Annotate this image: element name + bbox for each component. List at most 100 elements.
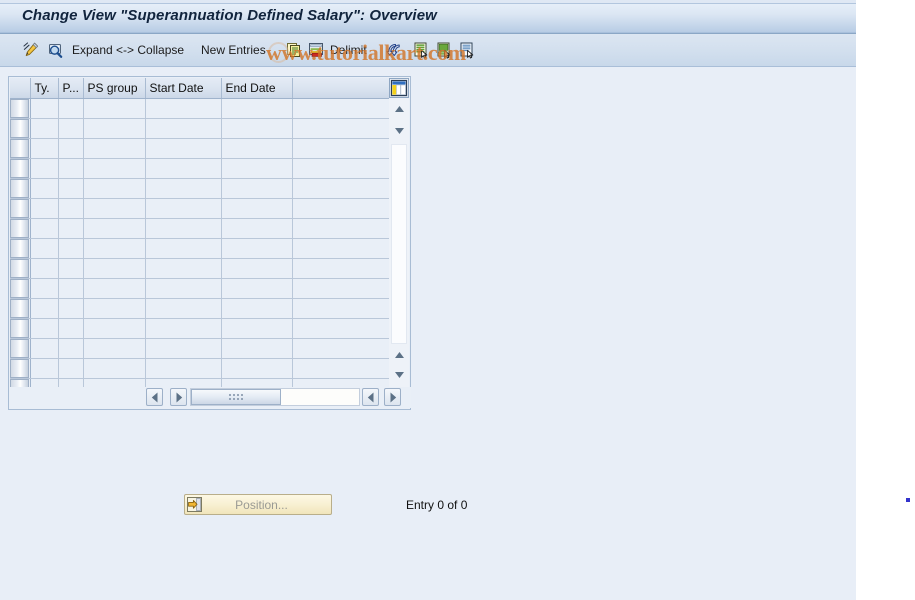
cell-start_date[interactable] (145, 98, 222, 119)
cell-end_date[interactable] (221, 338, 293, 359)
row-select-button[interactable] (10, 118, 29, 138)
expand-collapse-button[interactable]: Expand <-> Collapse (68, 38, 188, 62)
cell-start_date[interactable] (145, 358, 222, 379)
cell-p[interactable] (58, 218, 84, 239)
row-select-button[interactable] (10, 98, 29, 118)
cell-ps_group[interactable] (83, 338, 146, 359)
cell-p[interactable] (58, 238, 84, 259)
horizontal-scroll-track[interactable] (190, 388, 360, 406)
cell-type[interactable] (30, 298, 59, 319)
column-header-end-date[interactable]: End Date (221, 78, 293, 99)
select-all-corner[interactable] (10, 78, 31, 99)
cell-end_date[interactable] (221, 278, 293, 299)
row-select-button[interactable] (10, 318, 29, 338)
vertical-scrollbar[interactable] (389, 78, 409, 388)
scroll-up-button[interactable] (389, 100, 409, 120)
cell-end_date[interactable] (221, 138, 293, 159)
column-header-type[interactable]: Ty. (30, 78, 59, 99)
cell-type[interactable] (30, 138, 59, 159)
cell-ps_group[interactable] (83, 118, 146, 139)
table-row[interactable] (10, 138, 391, 159)
row-select-cell[interactable] (10, 258, 31, 279)
table-row[interactable] (10, 298, 391, 319)
cell-start_date[interactable] (145, 298, 222, 319)
row-select-button[interactable] (10, 218, 29, 238)
row-select-button[interactable] (10, 158, 29, 178)
scroll-left-button[interactable] (146, 388, 163, 406)
cell-ps_group[interactable] (83, 238, 146, 259)
table-row[interactable] (10, 158, 391, 179)
cell-p[interactable] (58, 198, 84, 219)
row-select-cell[interactable] (10, 178, 31, 199)
cell-p[interactable] (58, 138, 84, 159)
cell-ps_group[interactable] (83, 358, 146, 379)
cell-ps_group[interactable] (83, 318, 146, 339)
cell-ps_group[interactable] (83, 178, 146, 199)
scroll-right-button[interactable] (170, 388, 187, 406)
row-select-cell[interactable] (10, 118, 31, 139)
cell-end_date[interactable] (221, 98, 293, 119)
cell-p[interactable] (58, 98, 84, 119)
horizontal-scrollbar[interactable] (10, 387, 411, 408)
scroll-down-button[interactable] (389, 122, 409, 142)
cell-end_date[interactable] (221, 318, 293, 339)
cell-type[interactable] (30, 218, 59, 239)
cell-type[interactable] (30, 358, 59, 379)
scroll-page-down-button[interactable] (389, 366, 409, 386)
table-row[interactable] (10, 118, 391, 139)
cell-p[interactable] (58, 358, 84, 379)
cell-start_date[interactable] (145, 318, 222, 339)
horizontal-scroll-thumb[interactable] (191, 389, 281, 405)
cell-p[interactable] (58, 338, 84, 359)
cell-ps_group[interactable] (83, 198, 146, 219)
row-select-cell[interactable] (10, 298, 31, 319)
column-header-start-date[interactable]: Start Date (145, 78, 222, 99)
row-select-button[interactable] (10, 278, 29, 298)
cell-type[interactable] (30, 178, 59, 199)
row-select-cell[interactable] (10, 98, 31, 119)
cell-end_date[interactable] (221, 118, 293, 139)
row-select-button[interactable] (10, 198, 29, 218)
table-row[interactable] (10, 98, 391, 119)
row-select-cell[interactable] (10, 358, 31, 379)
row-select-button[interactable] (10, 358, 29, 378)
delimit-button[interactable]: Delimit (326, 38, 371, 62)
cell-ps_group[interactable] (83, 278, 146, 299)
row-select-cell[interactable] (10, 198, 31, 219)
cell-p[interactable] (58, 118, 84, 139)
cell-start_date[interactable] (145, 338, 222, 359)
table-row[interactable] (10, 358, 391, 379)
column-header-ps-group[interactable]: PS group (83, 78, 146, 99)
cell-ps_group[interactable] (83, 218, 146, 239)
display-detail-button[interactable] (42, 38, 68, 62)
row-select-button[interactable] (10, 338, 29, 358)
new-entries-button[interactable]: New Entries (197, 38, 270, 62)
column-header-p[interactable]: P... (58, 78, 84, 99)
row-select-button[interactable] (10, 138, 29, 158)
cell-end_date[interactable] (221, 358, 293, 379)
cell-start_date[interactable] (145, 118, 222, 139)
table-row[interactable] (10, 318, 391, 339)
cell-p[interactable] (58, 298, 84, 319)
cell-type[interactable] (30, 338, 59, 359)
row-select-cell[interactable] (10, 218, 31, 239)
row-select-cell[interactable] (10, 318, 31, 339)
cell-type[interactable] (30, 318, 59, 339)
cell-p[interactable] (58, 178, 84, 199)
cell-p[interactable] (58, 318, 84, 339)
cell-start_date[interactable] (145, 218, 222, 239)
undo-change-button[interactable] (382, 38, 408, 62)
scroll-page-up-button[interactable] (389, 346, 409, 366)
scroll-left-page-button[interactable] (362, 388, 379, 406)
table-row[interactable] (10, 178, 391, 199)
cell-p[interactable] (58, 258, 84, 279)
cell-end_date[interactable] (221, 198, 293, 219)
cell-ps_group[interactable] (83, 98, 146, 119)
cell-ps_group[interactable] (83, 298, 146, 319)
table-row[interactable] (10, 338, 391, 359)
cell-type[interactable] (30, 238, 59, 259)
cell-start_date[interactable] (145, 198, 222, 219)
row-select-cell[interactable] (10, 238, 31, 259)
cell-type[interactable] (30, 278, 59, 299)
table-row[interactable] (10, 238, 391, 259)
